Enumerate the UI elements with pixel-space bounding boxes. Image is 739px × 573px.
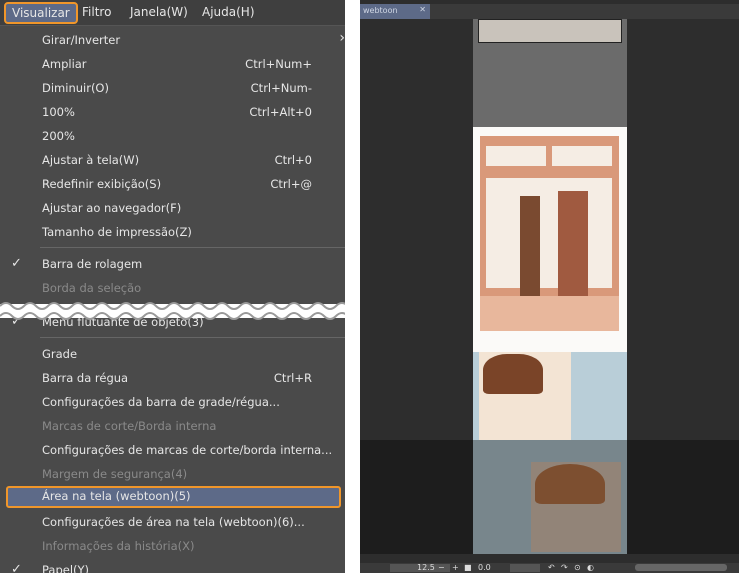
checkmark-icon: ✓ [11,256,22,271]
comic-panel [478,19,622,43]
flip-icon[interactable]: ◐ [587,563,594,572]
menu-item-shortcut: Ctrl+Num+ [245,57,312,71]
menu-item-label: Área na tela (webtoon)(5) [42,489,191,503]
tab-bar: webtoon ✕ [360,4,739,19]
menu-item-label: Redefinir exibição(S) [42,177,162,191]
menu-item-label: Configurações de área na tela (webtoon)(… [42,515,305,529]
menu-item: Margem de segurança(4) [0,464,345,486]
menu-item[interactable]: 200% [0,126,345,148]
menu-item-label: Papel(Y) [42,563,90,573]
menu-separator [40,247,345,248]
menu-item[interactable]: Configurações de área na tela (webtoon)(… [0,512,345,534]
chevron-right-icon: › [339,30,345,46]
menu-item[interactable]: ✓ Barra de rolagem [0,254,345,276]
zoom-in-icon[interactable]: + [452,563,459,572]
menu-ajuda[interactable]: Ajuda(H) [202,5,255,19]
menu-item[interactable]: Configurações de marcas de corte/borda i… [0,440,345,462]
menu-janela[interactable]: Janela(W) [130,5,188,19]
menu-filtro[interactable]: Filtro [82,5,111,19]
menu-item: Marcas de corte/Borda interna [0,416,345,438]
menu-item[interactable]: Redefinir exibição(S) Ctrl+@ [0,174,345,196]
menu-item-label: Marcas de corte/Borda interna [42,419,217,433]
comic-panel-classroom [480,136,619,331]
rotation-slider[interactable] [510,564,540,572]
close-icon[interactable]: ✕ [419,5,426,14]
menu-item: Borda da seleção [0,278,345,300]
menu-item-label: Tamanho de impressão(Z) [42,225,192,239]
menu-item-label: 100% [42,105,75,119]
menu-item-shortcut: Ctrl+0 [274,153,312,167]
menu-item-label: Informações da história(X) [42,539,195,553]
menu-item[interactable]: Grade [0,344,345,366]
menu-item[interactable]: Barra da régua Ctrl+R [0,368,345,390]
menu-item[interactable]: Ajustar ao navegador(F) [0,198,345,220]
menu-item: Informações da história(X) [0,536,345,558]
menu-item-label: Ajustar ao navegador(F) [42,201,182,215]
status-bar: 12.5 − + ■ 0.0 ↶ ↷ ⊙ ◐ [360,563,739,573]
menu-item-shortcut: Ctrl+R [273,371,312,385]
menu-item-label: Margem de segurança(4) [42,467,188,481]
canvas-window: webtoon ✕ 12.5 − + ■ 0.0 ↶ ↷ ⊙ ◐ [360,0,739,573]
rotate-right-icon[interactable]: ↷ [561,563,568,572]
menu-item-label: Borda da seleção [42,281,142,295]
tab-webtoon[interactable]: webtoon ✕ [360,4,430,19]
view-menu: Visualizar Filtro Janela(W) Ajuda(H) Gir… [0,0,345,573]
menu-bar: Visualizar Filtro Janela(W) Ajuda(H) [0,0,345,26]
break-wave-decoration [0,302,345,320]
menu-item-label: Ajustar à tela(W) [42,153,140,167]
menu-item-label: Ampliar [42,57,87,71]
menu-item-shortcut: Ctrl+Alt+0 [249,105,312,119]
rotation-value[interactable]: 0.0 [478,563,491,572]
menu-item-label: 200% [42,129,75,143]
horizontal-scrollbar[interactable] [635,564,727,571]
menu-visualizar[interactable]: Visualizar [4,2,78,24]
reset-rotation-icon[interactable]: ⊙ [574,563,581,572]
rotate-left-icon[interactable]: ↶ [548,563,555,572]
offscreen-area-shade [360,440,739,554]
menu-item-label: Grade [42,347,78,361]
menu-item[interactable]: Configurações da barra de grade/régua... [0,392,345,414]
menu-item-label: Barra da régua [42,371,129,385]
checkmark-icon: ✓ [11,562,22,573]
menu-item[interactable]: Diminuir(O) Ctrl+Num- [0,78,345,100]
menu-item-label: Diminuir(O) [42,81,109,95]
menu-item[interactable]: Ampliar Ctrl+Num+ [0,54,345,76]
zoom-out-icon[interactable]: − [438,563,445,572]
menu-item[interactable]: ✓ Papel(Y) [0,560,345,573]
menu-item[interactable]: Tamanho de impressão(Z) [0,222,345,244]
menu-item[interactable]: Área na tela (webtoon)(5) [6,486,341,508]
menu-item-label: Girar/Inverter [42,33,121,47]
tab-label: webtoon [363,6,398,15]
fit-icon[interactable]: ■ [464,563,472,572]
menu-item[interactable]: Ajustar à tela(W) Ctrl+0 [0,150,345,172]
menu-item-shortcut: Ctrl+@ [270,177,312,191]
zoom-value[interactable]: 12.5 [417,563,435,572]
menu-item-label: Barra de rolagem [42,257,143,271]
menu-item[interactable]: 100% Ctrl+Alt+0 [0,102,345,124]
menu-item-shortcut: Ctrl+Num- [250,81,312,95]
menu-item-label: Configurações de marcas de corte/borda i… [42,443,333,457]
menu-item[interactable]: Girar/Inverter › [0,30,345,52]
menu-item-label: Configurações da barra de grade/régua... [42,395,280,409]
menu-separator [40,337,345,338]
